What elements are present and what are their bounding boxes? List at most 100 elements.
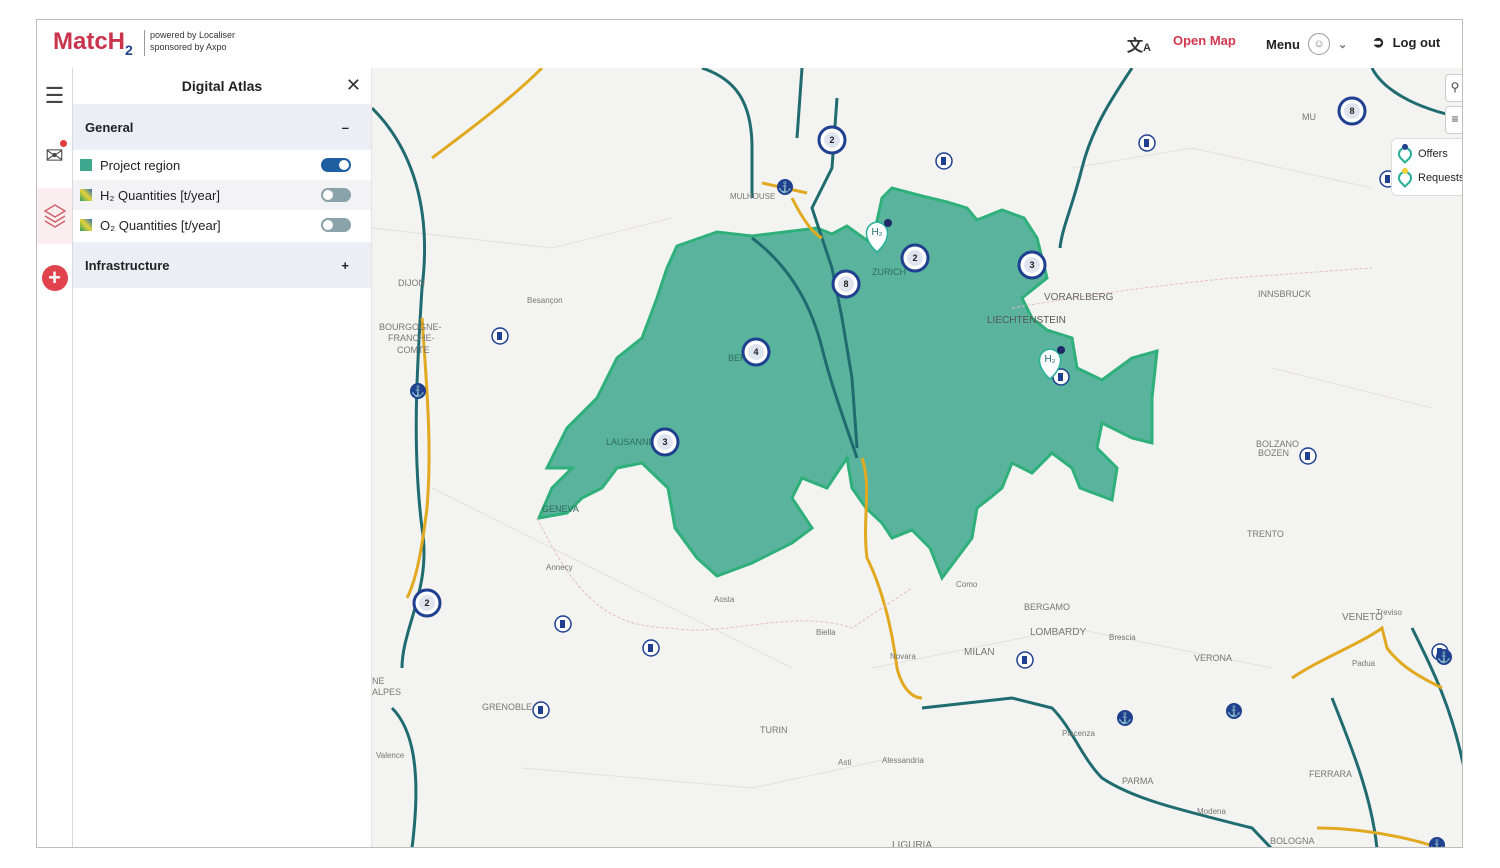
user-avatar-icon: ☺: [1307, 33, 1330, 55]
stack-icon: ≡: [1451, 112, 1459, 126]
logo-sub: 2: [125, 42, 133, 58]
map-label: LOMBARDY: [1030, 627, 1086, 638]
side-rail: ☰ ✉ +: [37, 68, 73, 847]
map-label: VORARLBERG: [1044, 292, 1114, 303]
panel-title: Digital Atlas: [73, 68, 371, 105]
map-canvas[interactable]: MULHOUSE DIJON Besançon BOURGOGNE- FRANC…: [372, 68, 1463, 848]
section-infrastructure-label: Infrastructure: [85, 257, 170, 273]
legend-offers-label: Offers: [1418, 148, 1448, 160]
map-label: Biella: [816, 628, 836, 637]
map-label: MILAN: [964, 647, 995, 658]
map-label: ZURICH: [872, 267, 906, 277]
layers-button[interactable]: [37, 188, 72, 244]
cluster-count: 3: [662, 437, 667, 447]
anchor-icon[interactable]: ⚓: [1429, 837, 1445, 848]
legend-requests-label: Requests: [1418, 172, 1463, 184]
translate-icon: 文A: [1127, 38, 1151, 55]
anchor-icon[interactable]: ⚓: [777, 179, 793, 195]
fuel-station-icon[interactable]: [1016, 651, 1034, 669]
map-label: INNSBRUCK: [1258, 289, 1311, 299]
svg-text:⚓: ⚓: [411, 385, 425, 398]
tagline-powered: powered by Localiser: [150, 30, 236, 40]
fuel-station-icon[interactable]: [532, 701, 550, 719]
close-icon[interactable]: ✕: [346, 76, 361, 94]
plus-icon: +: [41, 265, 68, 291]
map-label: Besançon: [527, 296, 563, 305]
logout-icon: ➲: [1372, 34, 1385, 51]
add-button[interactable]: +: [37, 250, 72, 306]
cluster-count: 8: [1349, 106, 1354, 116]
project-region-toggle[interactable]: [321, 158, 351, 172]
map-label: NE: [372, 676, 385, 686]
anchor-icon[interactable]: ⚓: [1226, 703, 1242, 719]
chevron-down-icon: ⌄: [1337, 38, 1348, 51]
map-label: Annecy: [546, 563, 573, 572]
digital-atlas-panel: Digital Atlas ✕ General – Project region…: [73, 68, 372, 847]
app-logo[interactable]: MatcH2: [53, 28, 133, 58]
map-svg: MULHOUSE DIJON Besançon BOURGOGNE- FRANC…: [372, 68, 1462, 848]
app-frame: MatcH2 powered by Localiser sponsored by…: [36, 19, 1463, 848]
list-menu-button[interactable]: ☰: [37, 68, 72, 124]
cluster-marker[interactable]: 8: [1337, 96, 1367, 126]
menu-button[interactable]: Menu ☺ ⌄: [1266, 33, 1347, 55]
project-region-swatch: [80, 159, 92, 171]
open-map-link[interactable]: Open Map: [1173, 33, 1236, 48]
map-label: GENEVA: [542, 504, 579, 514]
cluster-marker[interactable]: 4: [741, 337, 771, 367]
translate-button[interactable]: 文A: [1127, 32, 1151, 56]
messages-button[interactable]: ✉: [37, 128, 72, 184]
layer-label: H₂ Quantities [t/year]: [100, 187, 220, 203]
map-label: Aosta: [714, 595, 735, 604]
layer-switch-button[interactable]: ≡: [1445, 106, 1462, 134]
logo-main: MatcH: [53, 28, 126, 55]
fuel-station-icon[interactable]: [1299, 447, 1317, 465]
map-label: Asti: [838, 758, 852, 767]
map-label: ALPES: [372, 687, 401, 697]
h2-label: H₂: [1044, 354, 1055, 365]
layer-row-h2-quantities[interactable]: H₂ Quantities [t/year]: [73, 180, 371, 210]
cluster-marker[interactable]: 2: [817, 125, 847, 155]
tagline: powered by Localiser sponsored by Axpo: [150, 29, 235, 53]
expand-icon: +: [341, 257, 349, 273]
map-label: BOLOGNA: [1270, 836, 1315, 846]
anchor-icon[interactable]: ⚓: [1436, 649, 1452, 665]
map-label: Como: [956, 580, 978, 589]
cluster-marker[interactable]: 3: [1017, 250, 1047, 280]
request-pin-icon: [1395, 166, 1415, 188]
section-infrastructure[interactable]: Infrastructure +: [73, 242, 371, 288]
map-label: LIGURIA: [892, 840, 932, 848]
search-map-button[interactable]: ⚲: [1445, 74, 1462, 102]
layer-label: Project region: [100, 157, 181, 173]
logo-divider: [144, 30, 145, 56]
layer-row-o2-quantities[interactable]: O₂ Quantities [t/year]: [73, 210, 371, 240]
fuel-station-icon[interactable]: [642, 639, 660, 657]
map-label: BOURGOGNE-: [379, 322, 442, 332]
cluster-marker[interactable]: 2: [412, 588, 442, 618]
map-label: VERONA: [1194, 653, 1232, 663]
cluster-marker[interactable]: 8: [831, 269, 861, 299]
map-label: TURIN: [760, 725, 788, 735]
map-legend: Offers Requests: [1391, 138, 1463, 196]
fuel-station-icon[interactable]: [1138, 134, 1156, 152]
top-header: MatcH2 powered by Localiser sponsored by…: [37, 20, 1462, 69]
map-label: FERRARA: [1309, 769, 1352, 779]
fuel-station-icon[interactable]: [491, 327, 509, 345]
anchor-icon[interactable]: ⚓: [410, 383, 426, 399]
cluster-marker[interactable]: 3: [650, 427, 680, 457]
o2-gradient-swatch: [80, 219, 92, 231]
fuel-station-icon[interactable]: [935, 152, 953, 170]
o2-quantities-toggle[interactable]: [321, 218, 351, 232]
map-label: TRENTO: [1247, 529, 1284, 539]
layer-row-project-region[interactable]: Project region: [73, 150, 371, 180]
tagline-sponsored: sponsored by Axpo: [150, 42, 227, 52]
map-label: Alessandria: [882, 756, 924, 765]
offer-pin-icon: [1395, 142, 1415, 164]
logout-label: Log out: [1392, 34, 1441, 50]
map-label: Brescia: [1109, 633, 1136, 642]
logout-button[interactable]: ➲ Log out: [1372, 33, 1440, 51]
anchor-icon[interactable]: ⚓: [1117, 710, 1133, 726]
h2-quantities-toggle[interactable]: [321, 188, 351, 202]
cluster-marker[interactable]: 2: [900, 243, 930, 273]
fuel-station-icon[interactable]: [554, 615, 572, 633]
section-general[interactable]: General –: [73, 104, 371, 150]
